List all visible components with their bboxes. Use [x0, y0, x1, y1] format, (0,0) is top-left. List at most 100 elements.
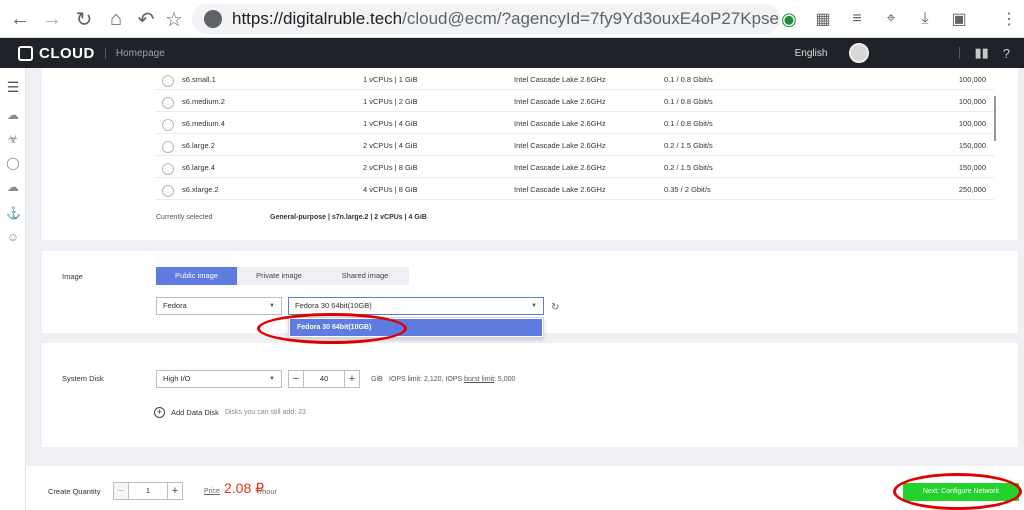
smile-icon[interactable]: ☺ — [6, 230, 20, 244]
flavor-name: s6.medium.2 — [182, 97, 225, 106]
cloud-service-icon[interactable]: ☁ — [6, 180, 20, 194]
flavor-processor: Intel Cascade Lake 2.6GHz — [514, 119, 606, 128]
os-select[interactable]: Fedora ▼ — [156, 297, 282, 315]
add-data-disk-hint: Disks you can still add: 23 — [224, 409, 306, 416]
forward-arrow-icon[interactable]: → — [36, 3, 68, 35]
reload-icon[interactable]: ↻ — [68, 3, 100, 35]
chevron-down-icon: ▼ — [269, 376, 275, 382]
flavor-bandwidth: 0.2 / 1.5 Gbit/s — [664, 141, 713, 150]
flavor-price: 100,000 — [958, 97, 986, 106]
flavor-name: s6.small.1 — [182, 75, 216, 84]
cloud-icon[interactable]: ☁ — [6, 108, 20, 122]
os-select-value: Fedora — [163, 301, 187, 310]
currently-selected-label: Currently selected — [156, 214, 213, 221]
url-text: https://digitalruble.tech/cloud@ecm/?age… — [232, 9, 780, 28]
database-icon[interactable]: ◯ — [6, 156, 20, 170]
download-icon[interactable]: ⤓ — [910, 4, 940, 34]
flavor-row[interactable]: s6.xlarge.2 4 vCPUs | 8 GiB Intel Cascad… — [156, 178, 994, 200]
annotation-ellipse — [893, 473, 1022, 510]
chevron-down-icon: ▼ — [269, 303, 275, 309]
flavor-processor: Intel Cascade Lake 2.6GHz — [514, 185, 606, 194]
flavor-name: s6.medium.4 — [182, 119, 225, 128]
refresh-icon[interactable]: ↻ — [551, 302, 559, 313]
brand-logo-icon — [18, 45, 33, 61]
left-sidebar: ☰ ☁ ☣ ◯ ☁ ⚓ ☺ — [0, 68, 26, 510]
flavor-radio[interactable] — [162, 185, 174, 197]
disk-size-stepper: − 40 + — [288, 370, 360, 388]
image-type-tabs: Public image Private image Shared image — [156, 267, 409, 285]
flavor-radio[interactable] — [162, 141, 174, 153]
flavor-radio[interactable] — [162, 163, 174, 175]
flavor-list-scrollbar[interactable] — [994, 96, 996, 141]
flavor-radio[interactable] — [162, 75, 174, 87]
flavor-cpu: 2 vCPUs | 8 GiB — [363, 163, 418, 172]
flavor-row[interactable]: s6.medium.4 1 vCPUs | 4 GiB Intel Cascad… — [156, 112, 994, 134]
footer-bar: Create Quantity − 1 + Price 2.08 ₽ /hour… — [26, 466, 1024, 510]
flavor-price: 150,000 — [958, 163, 986, 172]
flavor-row[interactable]: s6.large.4 2 vCPUs | 8 GiB Intel Cascade… — [156, 156, 994, 178]
flavor-row[interactable]: s6.small.1 1 vCPUs | 1 GiB Intel Cascade… — [156, 68, 994, 90]
home-icon[interactable]: ⌂ — [100, 3, 132, 35]
extension-area: ◉ ▦ ≡ ⌖ ⤓ ▣ ⋮ — [770, 4, 1024, 34]
disk-size-input[interactable]: 40 — [304, 370, 344, 388]
currently-selected-value: General-purpose | s7n.large.2 | 2 vCPUs … — [270, 214, 427, 221]
avatar[interactable] — [849, 43, 870, 63]
nodes-icon[interactable]: ☣ — [6, 132, 20, 146]
bar-chart-icon[interactable]: ▮▮ — [974, 45, 988, 61]
burst-limit-value: : 5,000 — [494, 376, 516, 383]
flavor-name: s6.large.4 — [182, 163, 215, 172]
quantity-stepper: − 1 + — [113, 482, 183, 500]
system-disk-label: System Disk — [62, 374, 104, 383]
add-data-disk-button[interactable]: + Add Data Disk Disks you can still add:… — [154, 407, 306, 418]
bookmark-star-icon[interactable]: ☆ — [158, 3, 190, 35]
flavor-price: 100,000 — [958, 75, 986, 84]
tab-private-image[interactable]: Private image — [237, 267, 321, 285]
site-info-icon[interactable] — [204, 10, 222, 28]
shield-extension-icon[interactable]: ◉ — [774, 4, 804, 34]
flavor-bandwidth: 0.1 / 0.8 Gbit/s — [664, 119, 713, 128]
price-label[interactable]: Price — [204, 488, 220, 495]
tab-shared-image[interactable]: Shared image — [321, 267, 409, 285]
disk-type-select[interactable]: High I/O ▼ — [156, 370, 282, 388]
burst-limit-link[interactable]: burst limit — [464, 376, 494, 383]
grid-extension-icon[interactable]: ▦ — [808, 4, 838, 34]
flavor-processor: Intel Cascade Lake 2.6GHz — [514, 163, 606, 172]
address-bar[interactable]: https://digitalruble.tech/cloud@ecm/?age… — [192, 4, 780, 34]
window-icon[interactable]: ▣ — [944, 4, 974, 34]
help-icon[interactable]: ? — [1003, 46, 1010, 61]
crop-icon[interactable]: ⌖ — [876, 4, 906, 34]
decrease-quantity-button[interactable]: − — [113, 482, 129, 500]
homepage-link[interactable]: Homepage — [104, 47, 165, 59]
plus-circle-icon: + — [154, 407, 165, 418]
brand-logo[interactable]: CLOUD — [18, 45, 95, 62]
add-data-disk-label: Add Data Disk — [171, 408, 219, 417]
chevron-down-icon: ▼ — [531, 303, 537, 309]
flavor-radio[interactable] — [162, 119, 174, 131]
flavor-processor: Intel Cascade Lake 2.6GHz — [514, 141, 606, 150]
disk-unit: GiB — [371, 376, 383, 383]
header-right: English ▮▮ ? — [795, 38, 1010, 68]
flavor-cpu: 4 vCPUs | 8 GiB — [363, 185, 418, 194]
more-vert-icon[interactable]: ⋮ — [994, 4, 1024, 34]
price-value: 2.08 ₽ — [224, 480, 265, 496]
increase-button[interactable]: + — [344, 370, 360, 388]
anchor-icon[interactable]: ⚓ — [6, 206, 21, 220]
back-arrow-icon[interactable]: ← — [4, 3, 36, 35]
create-quantity-label: Create Quantity — [48, 487, 101, 496]
quantity-input[interactable]: 1 — [129, 482, 167, 500]
flavor-row[interactable]: s6.medium.2 1 vCPUs | 2 GiB Intel Cascad… — [156, 90, 994, 112]
increase-quantity-button[interactable]: + — [167, 482, 183, 500]
flavor-row[interactable]: s6.large.2 2 vCPUs | 4 GiB Intel Cascade… — [156, 134, 994, 156]
playlist-icon[interactable]: ≡ — [842, 4, 872, 34]
flavor-name: s6.xlarge.2 — [182, 185, 219, 194]
tab-public-image[interactable]: Public image — [156, 267, 237, 285]
decrease-button[interactable]: − — [288, 370, 304, 388]
flavor-cpu: 1 vCPUs | 4 GiB — [363, 119, 418, 128]
system-disk-card: System Disk High I/O ▼ − 40 + GiB IOPS l… — [42, 343, 1018, 447]
annotation-ellipse — [257, 313, 407, 344]
brand-name: CLOUD — [39, 44, 95, 62]
menu-icon[interactable]: ☰ — [6, 80, 20, 94]
browser-toolbar: ← → ↻ ⌂ ↶ ☆ https://digitalruble.tech/cl… — [0, 0, 1024, 38]
language-switch[interactable]: English — [795, 48, 828, 59]
flavor-radio[interactable] — [162, 97, 174, 109]
